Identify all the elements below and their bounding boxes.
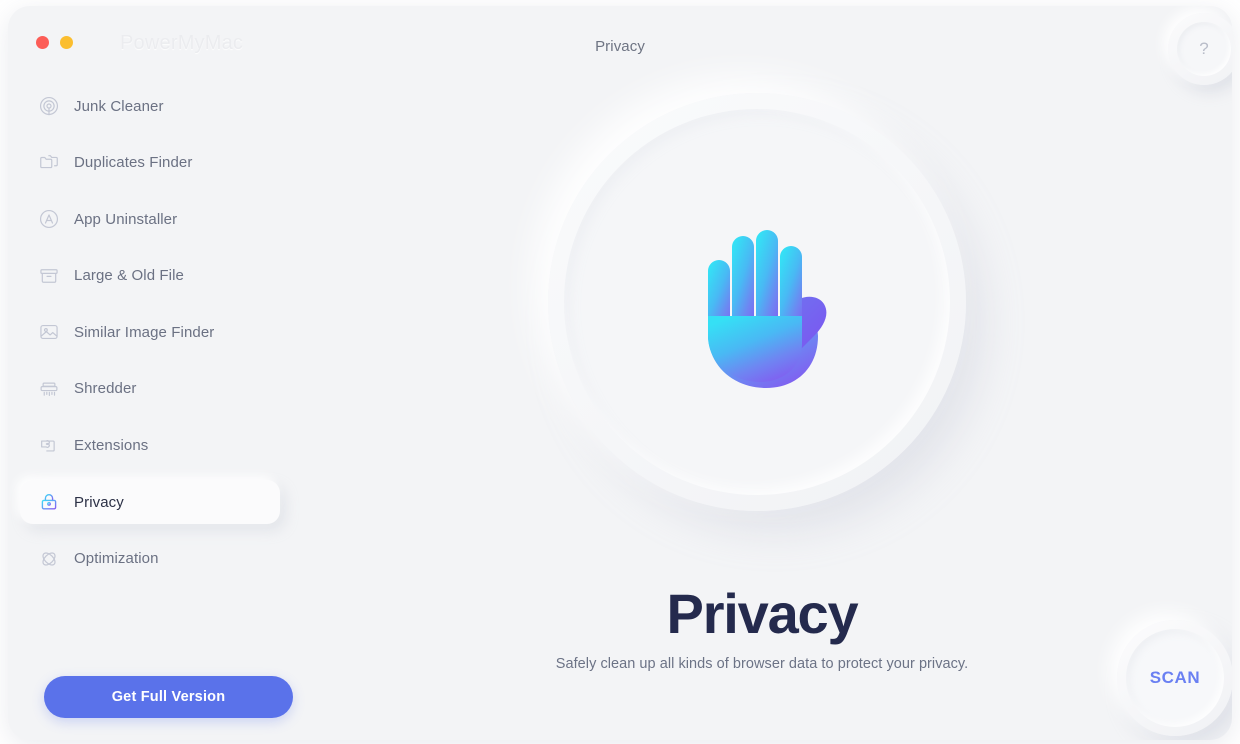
archive-box-icon [36, 263, 62, 289]
sidebar-item-shredder[interactable]: Shredder [20, 367, 280, 411]
sidebar-item-similar-image-finder[interactable]: Similar Image Finder [20, 310, 280, 354]
sidebar-item-extensions[interactable]: Extensions [20, 424, 280, 468]
sidebar-item-duplicates-finder[interactable]: Duplicates Finder [20, 141, 280, 185]
app-circle-icon [36, 206, 62, 232]
sidebar-item-label: Junk Cleaner [74, 97, 164, 115]
lock-icon [36, 489, 62, 515]
sidebar-item-label: Large & Old File [74, 267, 184, 285]
scan-button[interactable]: SCAN [1117, 620, 1232, 736]
shredder-icon [36, 376, 62, 402]
sidebar-item-junk-cleaner[interactable]: Junk Cleaner [20, 84, 280, 128]
target-icon [36, 93, 62, 119]
hero-subtitle: Safely clean up all kinds of browser dat… [555, 656, 969, 672]
app-window: PowerMyMac Privacy ? Junk Cleaner Duplic… [8, 6, 1232, 740]
sidebar-item-label: Similar Image Finder [74, 323, 215, 341]
sidebar-item-label: App Uninstaller [74, 210, 178, 228]
sidebar-item-app-uninstaller[interactable]: App Uninstaller [20, 197, 280, 241]
sidebar-item-label: Optimization [74, 550, 159, 568]
sidebar-item-label: Extensions [74, 437, 149, 455]
photo-icon [36, 319, 62, 345]
raised-hand-icon [672, 220, 848, 396]
folders-icon [36, 150, 62, 176]
get-full-version-button[interactable]: Get Full Version [44, 676, 293, 718]
main-content: Privacy Safely clean up all kinds of bro… [292, 6, 1232, 740]
puzzle-piece-icon [36, 433, 62, 459]
sidebar: Junk Cleaner Duplicates Finder App Unins… [8, 84, 293, 740]
sidebar-item-privacy[interactable]: Privacy [20, 480, 280, 525]
sidebar-nav: Junk Cleaner Duplicates Finder App Unins… [8, 84, 292, 581]
hero-title: Privacy [666, 582, 859, 645]
sidebar-item-label: Shredder [74, 380, 137, 398]
sidebar-item-label: Duplicates Finder [74, 154, 193, 172]
atom-icon [36, 546, 62, 572]
sidebar-item-large-old-file[interactable]: Large & Old File [20, 254, 280, 298]
sidebar-item-label: Privacy [74, 493, 124, 511]
scan-button-label: SCAN [1149, 668, 1201, 687]
sidebar-item-optimization[interactable]: Optimization [20, 537, 280, 581]
